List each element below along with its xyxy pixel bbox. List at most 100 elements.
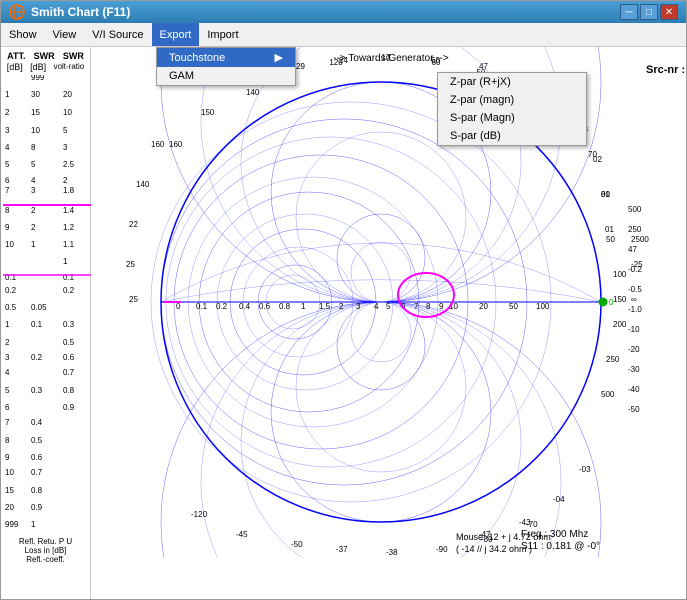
svg-text:25: 25 bbox=[126, 260, 135, 269]
svg-text:3: 3 bbox=[63, 143, 68, 152]
svg-text:9: 9 bbox=[5, 223, 10, 232]
zpar-magn-item[interactable]: Z-par (magn) bbox=[438, 91, 586, 109]
svg-text:10: 10 bbox=[5, 240, 14, 249]
svg-text:0.2: 0.2 bbox=[5, 286, 17, 295]
svg-text:2: 2 bbox=[5, 338, 10, 347]
svg-text:5: 5 bbox=[386, 302, 391, 311]
svg-text:3: 3 bbox=[5, 126, 10, 135]
menu-view[interactable]: View bbox=[45, 23, 85, 46]
refl-coeff-label: Refl.-coeff. bbox=[3, 555, 88, 564]
svg-text:22: 22 bbox=[129, 220, 138, 229]
minimize-button[interactable]: ─ bbox=[620, 4, 638, 20]
svg-text:2: 2 bbox=[5, 108, 10, 117]
svg-text:1.8: 1.8 bbox=[63, 186, 75, 195]
svg-text:0: 0 bbox=[176, 302, 181, 311]
svg-text:0.5: 0.5 bbox=[63, 338, 75, 347]
svg-text:1.5: 1.5 bbox=[319, 302, 331, 311]
svg-text:8: 8 bbox=[5, 436, 10, 445]
menu-import[interactable]: Import bbox=[199, 23, 246, 46]
svg-text:-50: -50 bbox=[291, 540, 303, 549]
att-sub: [dB] bbox=[7, 62, 23, 73]
svg-text:S11 : 0.181 @ -0°: S11 : 0.181 @ -0° bbox=[521, 541, 600, 552]
src-nr-label: Src-nr : 1 bbox=[646, 64, 686, 76]
maximize-button[interactable]: □ bbox=[640, 4, 658, 20]
svg-text:0: 0 bbox=[609, 298, 614, 307]
svg-text:100: 100 bbox=[613, 270, 627, 279]
svg-text:0.6: 0.6 bbox=[63, 353, 75, 362]
menu-bar: Show View V/I Source Export Import Touch… bbox=[1, 23, 686, 47]
svg-text:4: 4 bbox=[5, 368, 10, 377]
menu-vi-source[interactable]: V/I Source bbox=[84, 23, 151, 46]
svg-text:∞: ∞ bbox=[631, 295, 637, 304]
svg-text:-120: -120 bbox=[191, 510, 208, 519]
svg-text:15: 15 bbox=[31, 108, 40, 117]
svg-text:3: 3 bbox=[31, 186, 36, 195]
svg-text:8: 8 bbox=[426, 302, 431, 311]
svg-text:8: 8 bbox=[5, 206, 10, 215]
svg-text:0.5: 0.5 bbox=[31, 436, 43, 445]
svg-text:140: 140 bbox=[246, 88, 260, 97]
menu-export[interactable]: Export bbox=[152, 23, 200, 46]
svg-text:999: 999 bbox=[5, 520, 19, 529]
touchstone-submenu: Z-par (R+jX) Z-par (magn) S-par (Magn) S… bbox=[437, 72, 587, 146]
svg-text:24: 24 bbox=[339, 56, 348, 65]
zpar-rjx-item[interactable]: Z-par (R+jX) bbox=[438, 73, 586, 91]
svg-text:3: 3 bbox=[356, 302, 361, 311]
title-bar-controls: ─ □ ✕ bbox=[620, 4, 678, 20]
touchstone-menu-item[interactable]: Touchstone ▶ bbox=[157, 48, 295, 67]
svg-text:0.7: 0.7 bbox=[63, 368, 75, 377]
svg-text:10: 10 bbox=[63, 108, 72, 117]
svg-text:200: 200 bbox=[613, 320, 627, 329]
svg-text:20: 20 bbox=[63, 90, 72, 99]
svg-text:1.4: 1.4 bbox=[63, 206, 75, 215]
svg-text:0.2: 0.2 bbox=[216, 302, 228, 311]
gam-menu-item[interactable]: GAM bbox=[157, 67, 295, 85]
svg-text:-20: -20 bbox=[628, 345, 640, 354]
svg-text:2500: 2500 bbox=[631, 235, 649, 244]
svg-text:0.8: 0.8 bbox=[63, 386, 75, 395]
spar-magn-item[interactable]: S-par (Magn) bbox=[438, 109, 586, 127]
menu-show[interactable]: Show bbox=[1, 23, 45, 46]
svg-text:7: 7 bbox=[5, 186, 10, 195]
svg-text:15: 15 bbox=[5, 486, 14, 495]
svg-text:30: 30 bbox=[31, 90, 40, 99]
svg-text:10: 10 bbox=[31, 126, 40, 135]
svg-text:Mouse -12 + j 4.72 ohm: Mouse -12 + j 4.72 ohm bbox=[456, 532, 551, 542]
svg-text:01: 01 bbox=[601, 190, 610, 199]
svg-text:0.2: 0.2 bbox=[63, 286, 75, 295]
svg-text:1.1: 1.1 bbox=[63, 240, 75, 249]
svg-text:2: 2 bbox=[31, 223, 36, 232]
svg-text:50: 50 bbox=[431, 56, 440, 65]
svg-text:-40: -40 bbox=[628, 385, 640, 394]
svg-text:50: 50 bbox=[509, 302, 518, 311]
svg-text:02: 02 bbox=[593, 155, 602, 164]
svg-text:0.6: 0.6 bbox=[259, 302, 271, 311]
svg-text:1: 1 bbox=[31, 240, 36, 249]
svg-text:1: 1 bbox=[5, 320, 10, 329]
svg-text:2: 2 bbox=[339, 302, 344, 311]
svg-text:100: 100 bbox=[536, 302, 550, 311]
svg-text:29: 29 bbox=[296, 62, 305, 71]
export-dropdown: Touchstone ▶ GAM Z-par (R+jX) Z-par (mag… bbox=[156, 47, 296, 86]
svg-text:-45: -45 bbox=[236, 530, 248, 539]
close-button[interactable]: ✕ bbox=[660, 4, 678, 20]
svg-text:500: 500 bbox=[601, 390, 615, 399]
svg-text:7: 7 bbox=[5, 418, 10, 427]
svg-text:10: 10 bbox=[5, 468, 14, 477]
svg-text:2: 2 bbox=[63, 176, 68, 185]
app-icon bbox=[9, 4, 25, 20]
swr-header: SWR bbox=[34, 51, 55, 62]
svg-text:150: 150 bbox=[613, 295, 627, 304]
svg-text:20: 20 bbox=[479, 302, 488, 311]
svg-text:1: 1 bbox=[5, 90, 10, 99]
svg-text:6: 6 bbox=[5, 403, 10, 412]
smith-chart-area[interactable]: --> Towards Generator --> Src-nr : 1 bbox=[91, 47, 686, 599]
spar-db-item[interactable]: S-par (dB) bbox=[438, 127, 586, 145]
svg-text:160: 160 bbox=[169, 140, 183, 149]
main-window: Smith Chart (F11) ─ □ ✕ Show View V/I So… bbox=[0, 0, 687, 600]
svg-text:4: 4 bbox=[31, 176, 36, 185]
svg-text:0.9: 0.9 bbox=[63, 403, 75, 412]
svg-text:-90: -90 bbox=[436, 545, 448, 554]
left-panel-scale: 1 2 3 4 5 6 7 8 9 10 0.1 0.2 0.5 1 2 3 4… bbox=[3, 75, 91, 535]
swr2-sub: volt-ratio bbox=[54, 62, 85, 73]
